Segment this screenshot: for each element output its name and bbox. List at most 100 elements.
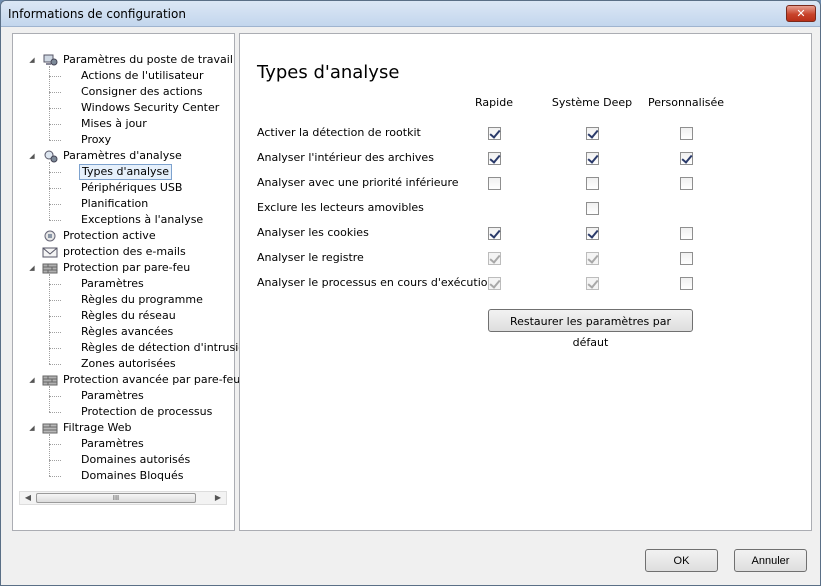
checkbox-analyser-l-interieur-des-archives-systeme-deep[interactable]	[586, 152, 599, 165]
tree-item-regles-avancees[interactable]: Règles avancées	[79, 324, 175, 340]
tree-group-label: protection des e-mails	[63, 245, 186, 258]
tree-group-protection-active[interactable]: Protection active	[27, 228, 158, 244]
tree-item-domaines-autorises[interactable]: Domaines autorisés	[79, 452, 192, 468]
close-icon: ✕	[796, 7, 806, 20]
tree-connector	[49, 332, 61, 333]
tree-item-consigner-des-actions[interactable]: Consigner des actions	[79, 84, 204, 100]
tree-item-label: Périphériques USB	[81, 181, 183, 194]
checkbox-activer-la-detection-de-rootkit-rapide[interactable]	[488, 127, 501, 140]
firewall-icon	[42, 261, 58, 275]
option-label-analyser-le-registre: Analyser le registre	[257, 251, 364, 264]
scroll-right-icon[interactable]: ▶	[211, 492, 225, 504]
collapse-arrow-icon[interactable]: ◢	[27, 260, 37, 276]
firewall-icon	[42, 373, 58, 387]
tree-item-types-d-analyse[interactable]: Types d'analyse	[79, 164, 173, 180]
tree-item-zones-autorisees[interactable]: Zones autorisées	[79, 356, 178, 372]
settings-tree: ◀ III ▶ ◢ Paramètres du poste de travail A…	[12, 33, 252, 531]
tree-item-label: Proxy	[81, 133, 112, 146]
tree-item-parametres[interactable]: Paramètres	[79, 436, 146, 452]
option-label-analyser-l-interieur-des-archives: Analyser l'intérieur des archives	[257, 151, 434, 164]
scan-types-panel: Types d'analyse Rapide Système Deep Pers…	[239, 33, 812, 531]
tree-item-label: Exceptions à l'analyse	[81, 213, 204, 226]
checkbox-analyser-le-processus-en-cours-d-execution-personnalisee[interactable]	[680, 277, 693, 290]
tree-item-planification[interactable]: Planification	[79, 196, 150, 212]
tree-item-label: Actions de l'utilisateur	[81, 69, 204, 82]
computer-settings-icon	[42, 53, 58, 67]
tree-connector	[49, 220, 61, 221]
tree-connector	[49, 274, 50, 364]
checkbox-exclure-les-lecteurs-amovibles-systeme-deep[interactable]	[586, 202, 599, 215]
tree-connector	[49, 140, 61, 141]
checkbox-analyser-avec-une-priorite-inferieure-systeme-deep[interactable]	[586, 177, 599, 190]
collapse-arrow-icon[interactable]: ◢	[27, 52, 37, 68]
tree-item-parametres[interactable]: Paramètres	[79, 276, 146, 292]
checkbox-analyser-l-interieur-des-archives-rapide[interactable]	[488, 152, 501, 165]
checkbox-analyser-les-cookies-personnalisee[interactable]	[680, 227, 693, 240]
tree-group-parametres-d-analyse[interactable]: ◢ Paramètres d'analyse	[27, 148, 184, 164]
tree-item-domaines-bloques[interactable]: Domaines Bloqués	[79, 468, 185, 484]
tree-horizontal-scrollbar[interactable]: ◀ III ▶	[19, 491, 227, 505]
option-label-analyser-les-cookies: Analyser les cookies	[257, 226, 369, 239]
tree-connector	[49, 162, 50, 220]
tree-connector	[49, 434, 50, 476]
tree-connector	[49, 396, 61, 397]
tree-item-label: Domaines Bloqués	[81, 469, 184, 482]
checkbox-analyser-le-registre-personnalisee[interactable]	[680, 252, 693, 265]
tree-item-regles-du-programme[interactable]: Règles du programme	[79, 292, 205, 308]
checkbox-analyser-les-cookies-systeme-deep[interactable]	[586, 227, 599, 240]
scrollbar-thumb[interactable]: III	[36, 493, 196, 503]
tree-item-label: Protection de processus	[81, 405, 213, 418]
tree-item-regles-du-reseau[interactable]: Règles du réseau	[79, 308, 178, 324]
tree-item-exceptions-a-l-analyse[interactable]: Exceptions à l'analyse	[79, 212, 205, 228]
tree-group-filtrage-web[interactable]: ◢ Filtrage Web	[27, 420, 133, 436]
tree-group-protection-par-pare-feu[interactable]: ◢ Protection par pare-feu	[27, 260, 192, 276]
tree-connector	[49, 364, 61, 365]
option-label-exclure-les-lecteurs-amovibles: Exclure les lecteurs amovibles	[257, 201, 424, 214]
tree-connector	[49, 172, 61, 173]
tree-connector	[49, 188, 61, 189]
tree-connector	[49, 476, 61, 477]
scan-settings-icon	[42, 149, 58, 163]
collapse-arrow-icon[interactable]: ◢	[27, 420, 37, 436]
checkbox-analyser-avec-une-priorite-inferieure-personnalisee[interactable]	[680, 177, 693, 190]
tree-group-label: Paramètres d'analyse	[63, 149, 182, 162]
tree-item-parametres[interactable]: Paramètres	[79, 388, 146, 404]
tree-item-actions-de-l-utilisateur[interactable]: Actions de l'utilisateur	[79, 68, 206, 84]
checkbox-activer-la-detection-de-rootkit-systeme-deep[interactable]	[586, 127, 599, 140]
column-header-rapide: Rapide	[475, 96, 513, 109]
tree-item-label: Paramètres	[81, 389, 144, 402]
tree-connector	[49, 412, 61, 413]
checkbox-analyser-l-interieur-des-archives-personnalisee[interactable]	[680, 152, 693, 165]
tree-connector	[49, 108, 61, 109]
tree-item-label: Types d'analyse	[79, 164, 173, 180]
checkbox-analyser-le-processus-en-cours-d-execution-rapide	[488, 277, 501, 290]
tree-item-label: Domaines autorisés	[81, 453, 191, 466]
tree-connector	[49, 76, 61, 77]
tree-item-peripheriques-usb[interactable]: Périphériques USB	[79, 180, 184, 196]
restore-defaults-button[interactable]: Restaurer les paramètres par défaut	[488, 309, 693, 349]
tree-group-protection-avancee-par-pare-feu[interactable]: ◢ Protection avancée par pare-feu	[27, 372, 242, 388]
checkbox-analyser-les-cookies-rapide[interactable]	[488, 227, 501, 240]
tree-item-label: Mises à jour	[81, 117, 147, 130]
close-button[interactable]: ✕	[786, 5, 816, 22]
checkbox-analyser-le-registre-systeme-deep	[586, 252, 599, 265]
config-dialog: Informations de configuration ✕ ◀ III ▶ …	[0, 0, 821, 586]
checkbox-analyser-avec-une-priorite-inferieure-rapide[interactable]	[488, 177, 501, 190]
tree-group-label: Protection active	[63, 229, 156, 242]
checkbox-activer-la-detection-de-rootkit-personnalisee[interactable]	[680, 127, 693, 140]
scroll-left-icon[interactable]: ◀	[21, 492, 35, 504]
tree-item-windows-security-center[interactable]: Windows Security Center	[79, 100, 221, 116]
tree-item-regles-de-detection-d-intrusion[interactable]: Règles de détection d'intrusion	[79, 340, 254, 356]
tree-connector	[49, 284, 61, 285]
tree-item-proxy[interactable]: Proxy	[79, 132, 113, 148]
page-title: Types d'analyse	[257, 62, 400, 83]
tree-group-parametres-du-poste-de-travail[interactable]: ◢ Paramètres du poste de travail	[27, 52, 235, 68]
tree-item-mises-a-jour[interactable]: Mises à jour	[79, 116, 149, 132]
collapse-arrow-icon[interactable]: ◢	[27, 148, 37, 164]
collapse-arrow-icon[interactable]: ◢	[27, 372, 37, 388]
tree-group-protection-des-e-mails[interactable]: protection des e-mails	[27, 244, 188, 260]
cancel-button[interactable]: Annuler	[734, 549, 807, 572]
option-label-analyser-avec-une-priorite-inferieure: Analyser avec une priorité inférieure	[257, 176, 459, 189]
ok-button[interactable]: OK	[645, 549, 718, 572]
tree-item-protection-de-processus[interactable]: Protection de processus	[79, 404, 214, 420]
